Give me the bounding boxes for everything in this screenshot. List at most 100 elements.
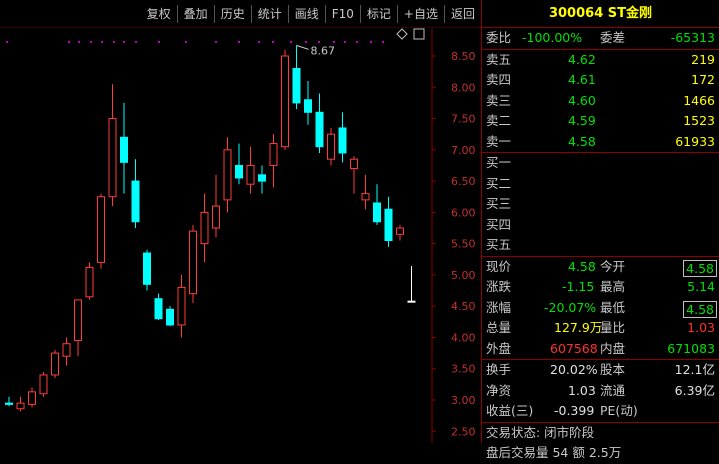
candle[interactable] [39, 371, 48, 397]
toolbar-button[interactable]: 统计 [250, 4, 288, 23]
candle-body [212, 205, 220, 229]
kline-svg[interactable]: 8.50 8.00 7.50 7.00 6.50 6.00 5.50 5.00 4.50 4.00… [0, 28, 481, 443]
candle[interactable] [327, 127, 335, 166]
candle[interactable] [189, 224, 197, 304]
candle-body [28, 391, 36, 405]
cap-label: 股本 [600, 362, 626, 377]
candle[interactable] [51, 349, 59, 379]
toolbar-button[interactable]: 标记 [359, 4, 397, 23]
candle[interactable] [281, 49, 289, 150]
after-row: 盘后交易量 54 额 2.5万 [482, 443, 719, 464]
candle-body [16, 402, 25, 410]
candle[interactable] [315, 93, 324, 153]
ask-volume: 172 [691, 72, 715, 87]
candle[interactable] [5, 396, 13, 407]
vol-value: 127.9万 [554, 320, 603, 335]
kline-chart[interactable]: 8.50 8.00 7.50 7.00 6.50 6.00 5.50 5.00 4.50 4.00… [0, 28, 481, 443]
candle[interactable] [177, 274, 186, 338]
candle[interactable] [269, 134, 278, 188]
marker-dot [158, 41, 160, 43]
candle-body [97, 196, 105, 263]
ask-price: 4.61 [568, 72, 596, 87]
price-tick-label: 7.00 [451, 144, 476, 157]
candle[interactable] [396, 224, 404, 241]
candle-body [281, 55, 289, 148]
candle[interactable] [28, 387, 36, 408]
candle[interactable] [373, 184, 381, 225]
candle[interactable] [223, 137, 232, 213]
high-label: 最高 [600, 279, 626, 294]
candle[interactable] [154, 293, 163, 320]
candle[interactable] [212, 174, 220, 238]
candle[interactable] [120, 102, 128, 194]
candle-body [154, 298, 163, 320]
candle[interactable] [304, 81, 312, 125]
toolbar-button[interactable]: 返回 [443, 4, 481, 23]
candle[interactable] [258, 165, 266, 194]
candle[interactable] [338, 112, 347, 163]
now-value: 4.58 [568, 258, 596, 274]
ask-price: 4.60 [568, 92, 596, 108]
candle[interactable] [384, 196, 393, 247]
toolbar-button[interactable]: +自选 [396, 4, 444, 23]
candle[interactable] [235, 143, 243, 185]
marker-dot [258, 41, 260, 43]
ask-label: 卖三 [486, 92, 512, 108]
panel-toggle-icon [413, 28, 425, 40]
marker-dot [68, 41, 70, 43]
candle-body [120, 136, 128, 163]
diamond-icon [396, 28, 408, 40]
chg-label: 涨跌 [486, 279, 512, 294]
candle-body [39, 374, 48, 395]
open-label: 今开 [600, 258, 626, 274]
nav-label: 净资 [486, 382, 512, 398]
candle[interactable] [407, 266, 416, 303]
price-tick-label: 8.50 [451, 50, 476, 63]
quote-row: 涨幅 -20.07% 最低 4.58 [482, 298, 719, 319]
candle[interactable] [108, 84, 117, 207]
ask-price: 4.59 [568, 113, 596, 128]
toolbar-button[interactable]: 叠加 [176, 4, 214, 23]
toolbar-button[interactable]: F10 [324, 4, 360, 23]
high-value: 5.14 [687, 279, 715, 294]
candle-body [361, 193, 370, 201]
candle[interactable] [85, 262, 94, 300]
float-value: 6.39亿 [674, 382, 715, 398]
ask-row: 卖四 4.61 172 [482, 70, 719, 91]
candle-body [396, 227, 404, 235]
stock-header[interactable]: 300064 ST金刚 [482, 0, 719, 28]
candle[interactable] [74, 299, 82, 357]
bid-row: 买五 [482, 235, 719, 256]
toolbar-button[interactable]: 历史 [213, 4, 251, 23]
marker-dot [215, 41, 217, 43]
candle[interactable] [200, 193, 209, 263]
candle[interactable] [361, 174, 370, 210]
ask-label: 卖四 [486, 72, 512, 87]
fund-block: 换手 20.02% 股本 12.1亿 净资 1.03 流通 6.39亿 收益(三… [482, 360, 719, 423]
candle[interactable] [166, 306, 174, 327]
marker-dot [382, 41, 384, 43]
quote-row: 外盘 607568 内盘 671083 [482, 339, 719, 360]
candle[interactable] [246, 146, 255, 194]
candle-body [143, 252, 151, 285]
candle-body [235, 164, 243, 179]
bid-row: 买三 [482, 194, 719, 215]
marker-dot [135, 41, 137, 43]
fund-row: 换手 20.02% 股本 12.1亿 [482, 360, 719, 381]
candle[interactable] [131, 159, 140, 228]
candle[interactable] [350, 156, 358, 194]
candle[interactable] [97, 193, 105, 269]
marker-dot [113, 41, 115, 43]
candle-body [258, 174, 266, 182]
candle[interactable] [62, 337, 71, 366]
ask-label: 卖五 [486, 51, 512, 67]
marker-dot [90, 41, 92, 43]
toolbar-button[interactable]: 画线 [287, 4, 325, 23]
candle[interactable] [143, 249, 151, 291]
candle-body [131, 180, 140, 223]
toolbar-button[interactable]: 复权 [141, 5, 177, 23]
candle[interactable] [292, 45, 301, 110]
weibi-row: 委比 -100.00% 委差 -65313 [482, 28, 719, 50]
marker-dot [6, 41, 8, 43]
candle[interactable] [16, 396, 25, 412]
